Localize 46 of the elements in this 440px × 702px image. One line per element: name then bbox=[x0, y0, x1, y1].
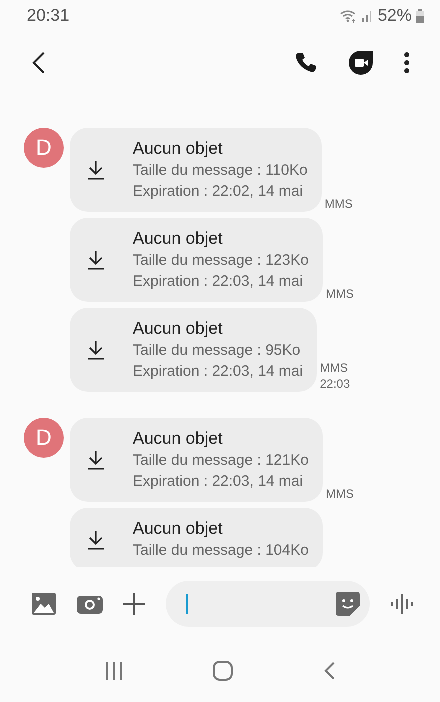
wifi-icon bbox=[340, 10, 358, 22]
voice-icon[interactable] bbox=[390, 594, 414, 614]
download-icon[interactable] bbox=[87, 450, 105, 470]
message-expiration: Expiration : 22:03, 14 mai bbox=[133, 472, 304, 492]
battery-icon bbox=[416, 9, 424, 23]
message-expiration: Expiration : 22:03, 14 mai bbox=[133, 362, 304, 382]
home-icon[interactable] bbox=[213, 661, 234, 681]
sticker-icon[interactable] bbox=[336, 592, 360, 616]
message-subject: Aucun objet bbox=[133, 228, 224, 250]
message-bubble[interactable]: Aucun objet Taille du message : 123Ko Expiration : 22:03, 14 mai bbox=[70, 218, 323, 302]
download-icon[interactable] bbox=[87, 160, 105, 180]
message-bubble[interactable]: Aucun objet Taille du message : 121Ko Expiration : 22:03, 14 mai bbox=[70, 418, 323, 502]
message-size: Taille du message : 110Ko bbox=[133, 161, 308, 181]
message-subject: Aucun objet bbox=[133, 138, 224, 160]
message-size: Taille du message : 104Ko bbox=[133, 541, 309, 561]
download-icon[interactable] bbox=[87, 250, 105, 270]
message-bubble[interactable]: Aucun objet Taille du message : 95Ko Expiration : 22:03, 14 mai bbox=[70, 308, 318, 392]
message-meta: 22:03 bbox=[320, 376, 350, 392]
back-icon[interactable] bbox=[32, 52, 46, 74]
recent-apps-icon[interactable] bbox=[105, 662, 124, 680]
phone-icon[interactable] bbox=[294, 51, 318, 75]
gallery-icon[interactable] bbox=[32, 592, 56, 614]
message-subject: Aucun objet bbox=[133, 428, 224, 450]
message-subject: Aucun objet bbox=[133, 518, 224, 540]
message-bubble[interactable]: Aucun objet Taille du message : 104Ko bbox=[70, 508, 323, 567]
message-bubble[interactable]: Aucun objet Taille du message : 110Ko Expiration : 22:02, 14 mai bbox=[70, 128, 322, 212]
message-size: Taille du message : 95Ko bbox=[133, 341, 302, 361]
message-meta: MMS bbox=[326, 486, 354, 502]
battery-percent: 52% bbox=[378, 6, 412, 26]
status-time: 20:31 bbox=[27, 6, 70, 26]
message-meta: MMS bbox=[320, 360, 350, 376]
text-cursor-icon bbox=[186, 594, 188, 614]
add-icon[interactable] bbox=[123, 592, 145, 614]
message-expiration: Expiration : 22:03, 14 mai bbox=[133, 272, 304, 292]
download-icon[interactable] bbox=[87, 340, 105, 360]
message-size: Taille du message : 123Ko bbox=[133, 251, 309, 271]
message-subject: Aucun objet bbox=[133, 318, 224, 340]
message-expiration: Expiration : 22:02, 14 mai bbox=[133, 182, 304, 202]
download-icon[interactable] bbox=[87, 530, 105, 550]
signal-icon bbox=[362, 10, 374, 22]
message-input[interactable] bbox=[166, 580, 370, 626]
message-size: Taille du message : 121Ko bbox=[133, 451, 309, 471]
more-icon[interactable] bbox=[404, 52, 410, 74]
message-meta: MMS bbox=[324, 196, 353, 212]
video-call-icon[interactable] bbox=[348, 50, 374, 76]
message-meta: MMS bbox=[326, 286, 354, 302]
